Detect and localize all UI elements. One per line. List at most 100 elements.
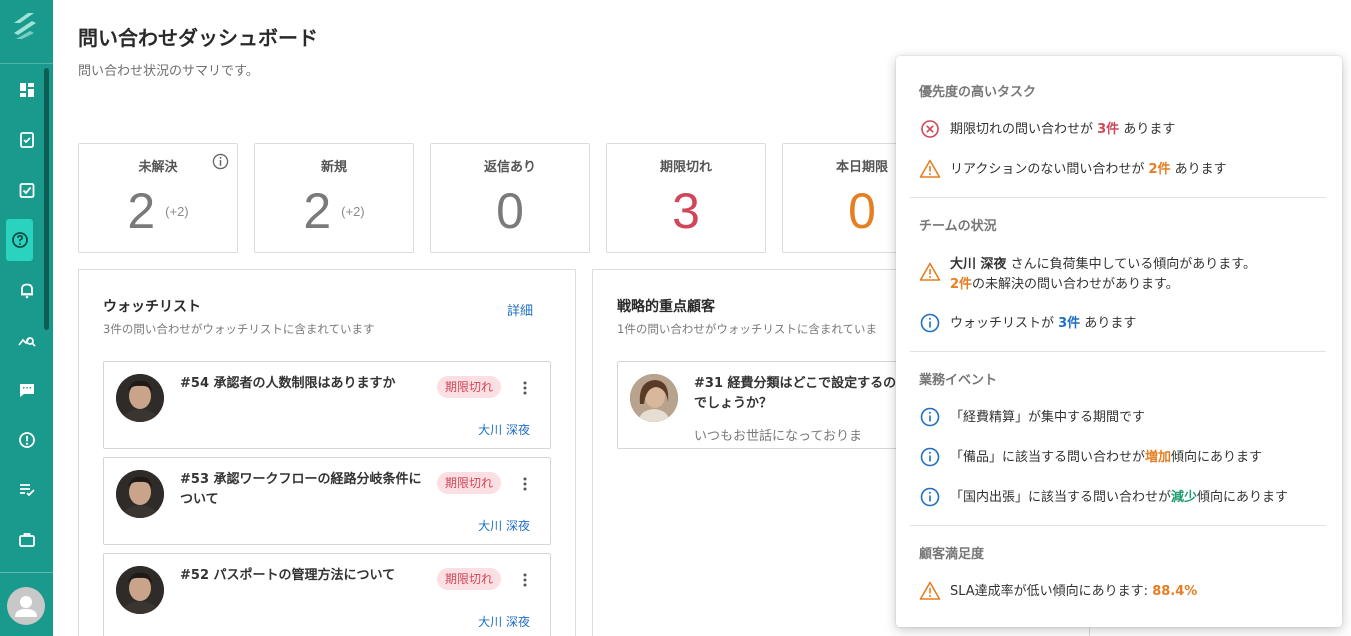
- sla-value: 88.4%: [1152, 584, 1198, 599]
- insight-row[interactable]: 「経費精算」が集中する期間です: [919, 406, 1145, 428]
- nav-projects[interactable]: [0, 520, 53, 560]
- nav-checklist[interactable]: [0, 470, 53, 510]
- stat-value: 0: [496, 183, 524, 239]
- member-name: 大川 深夜: [950, 257, 1007, 272]
- sidebar: [0, 0, 53, 636]
- count-highlight: 3件: [1097, 122, 1120, 137]
- stat-delta: (+2): [165, 204, 189, 219]
- nav-analytics[interactable]: [0, 320, 53, 360]
- info-circle-icon: [920, 407, 940, 427]
- page-subtitle: 問い合わせ状況のサマリです。: [78, 64, 259, 79]
- nav-notifications[interactable]: [0, 270, 53, 310]
- panel-subtitle: 1件の問い合わせがウォッチリストに含まれていま: [617, 322, 877, 336]
- count-highlight: 2件: [950, 277, 973, 292]
- chart-search-icon: [17, 337, 36, 347]
- ticket-title[interactable]: #52 パスポートの管理方法について: [180, 566, 430, 586]
- checkbox-icon: [19, 183, 34, 198]
- trend-highlight: 増加: [1145, 450, 1172, 465]
- status-badge: 期限切れ: [437, 568, 502, 590]
- nav-alerts[interactable]: [0, 420, 53, 460]
- avatar: [116, 566, 164, 614]
- stat-value: 2 (+2): [303, 183, 365, 239]
- checklist-icon: [19, 484, 35, 497]
- stat-label: 期限切れ: [659, 160, 712, 175]
- info-circle-icon: [920, 447, 940, 467]
- insight-row[interactable]: 大川 深夜 さんに負荷集中している傾向があります。 2件の未解決の問い合わせがあ…: [919, 255, 1256, 295]
- nav-dashboard[interactable]: [0, 70, 53, 110]
- user-avatar-button[interactable]: [7, 587, 45, 625]
- nav-tasks[interactable]: [0, 120, 53, 160]
- app-logo[interactable]: [0, 0, 53, 64]
- stat-card-replied[interactable]: 返信あり 0: [430, 143, 590, 253]
- status-badge: 期限切れ: [437, 472, 502, 494]
- panel-title: 戦略的重点顧客: [617, 299, 715, 315]
- ticket-assignee[interactable]: 大川 深夜: [478, 421, 530, 438]
- info-icon[interactable]: [212, 153, 229, 170]
- avatar: [116, 470, 164, 518]
- panel-title: ウォッチリスト: [103, 299, 201, 315]
- trend-highlight: 減少: [1171, 490, 1198, 505]
- stat-label: 新規: [320, 160, 347, 175]
- panel-subtitle: 3件の問い合わせがウォッチリストに含まれています: [103, 322, 375, 336]
- warning-triangle-icon: [919, 262, 941, 281]
- ticket-card[interactable]: #52 パスポートの管理方法について 期限切れ 大川 深夜: [103, 553, 551, 636]
- status-badge: 期限切れ: [437, 376, 502, 398]
- warning-triangle-icon: [919, 581, 941, 600]
- section-heading-satisfaction: 顧客満足度: [919, 547, 985, 562]
- divider: [910, 351, 1326, 352]
- insight-row[interactable]: ウォッチリストが 3件 あります: [919, 312, 1136, 334]
- page-title: 問い合わせダッシュボード: [78, 26, 318, 50]
- more-vert-icon[interactable]: [517, 572, 533, 588]
- stat-delta: (+2): [341, 204, 365, 219]
- warning-triangle-icon: [919, 159, 941, 178]
- insight-row[interactable]: 「国内出張」に該当する問い合わせが減少傾向にあります: [919, 486, 1288, 508]
- divider: [910, 525, 1326, 526]
- insight-row[interactable]: 「備品」に該当する問い合わせが増加傾向にあります: [919, 446, 1262, 468]
- avatar: [630, 374, 678, 422]
- section-heading-events: 業務イベント: [919, 373, 998, 388]
- stat-card-new[interactable]: 新規 2 (+2): [254, 143, 414, 253]
- insight-row[interactable]: SLA達成率が低い傾向にあります: 88.4%: [919, 580, 1197, 602]
- stat-card-unresolved[interactable]: 未解決 2 (+2): [78, 143, 238, 253]
- info-circle-icon: [920, 313, 940, 333]
- insight-row[interactable]: 期限切れの問い合わせが 3件 あります: [919, 118, 1175, 140]
- alert-circle-icon: [18, 432, 35, 448]
- bell-icon: [20, 283, 33, 299]
- nav-chat[interactable]: [0, 370, 53, 410]
- ticket-card[interactable]: #54 承認者の人数制限はありますか 期限切れ 大川 深夜: [103, 361, 551, 449]
- briefcase-icon: [18, 533, 35, 547]
- stat-label: 返信あり: [483, 160, 536, 175]
- avatar: [116, 374, 164, 422]
- stat-value: 2 (+2): [127, 183, 189, 239]
- section-heading-priority: 優先度の高いタスク: [919, 85, 1037, 100]
- ticket-assignee[interactable]: 大川 深夜: [478, 613, 530, 630]
- more-vert-icon[interactable]: [517, 380, 533, 396]
- info-circle-icon: [920, 487, 940, 507]
- help-circle-icon: [12, 232, 28, 248]
- stat-card-overdue[interactable]: 期限切れ 3: [606, 143, 766, 253]
- count-highlight: 2件: [1148, 162, 1171, 177]
- sidebar-divider: [0, 572, 53, 573]
- insight-row[interactable]: リアクションのない問い合わせが 2件 あります: [919, 158, 1227, 180]
- ticket-assignee[interactable]: 大川 深夜: [478, 517, 530, 534]
- dashboard-icon: [19, 83, 34, 97]
- ticket-title[interactable]: #31 経費分類はどこで設定するのでしょうか？: [694, 374, 904, 414]
- count-highlight: 3件: [1058, 316, 1081, 331]
- nav-todo[interactable]: [0, 170, 53, 210]
- details-link[interactable]: 詳細: [507, 300, 533, 319]
- ticket-card[interactable]: #53 承認ワークフローの経路分岐条件について 期限切れ 大川 深夜: [103, 457, 551, 545]
- ticket-title[interactable]: #54 承認者の人数制限はありますか: [180, 374, 430, 394]
- ticket-preview: いつもお世話になっておりま: [694, 429, 862, 444]
- watchlist-panel: ウォッチリスト 詳細 3件の問い合わせがウォッチリストに含まれています #54 …: [78, 269, 576, 636]
- ticket-title[interactable]: #53 承認ワークフローの経路分岐条件について: [180, 470, 430, 510]
- chat-icon: [19, 384, 34, 397]
- logo-icon: [14, 13, 36, 39]
- insights-popover: 優先度の高いタスク 期限切れの問い合わせが 3件 あります リアクションのない問…: [896, 56, 1342, 627]
- more-vert-icon[interactable]: [517, 476, 533, 492]
- user-avatar-icon: [15, 596, 37, 617]
- clipboard-check-icon: [19, 132, 34, 148]
- divider: [910, 197, 1326, 198]
- nav-inquiries[interactable]: [0, 220, 40, 260]
- section-heading-team: チームの状況: [919, 219, 997, 234]
- error-circle-icon: [921, 120, 939, 138]
